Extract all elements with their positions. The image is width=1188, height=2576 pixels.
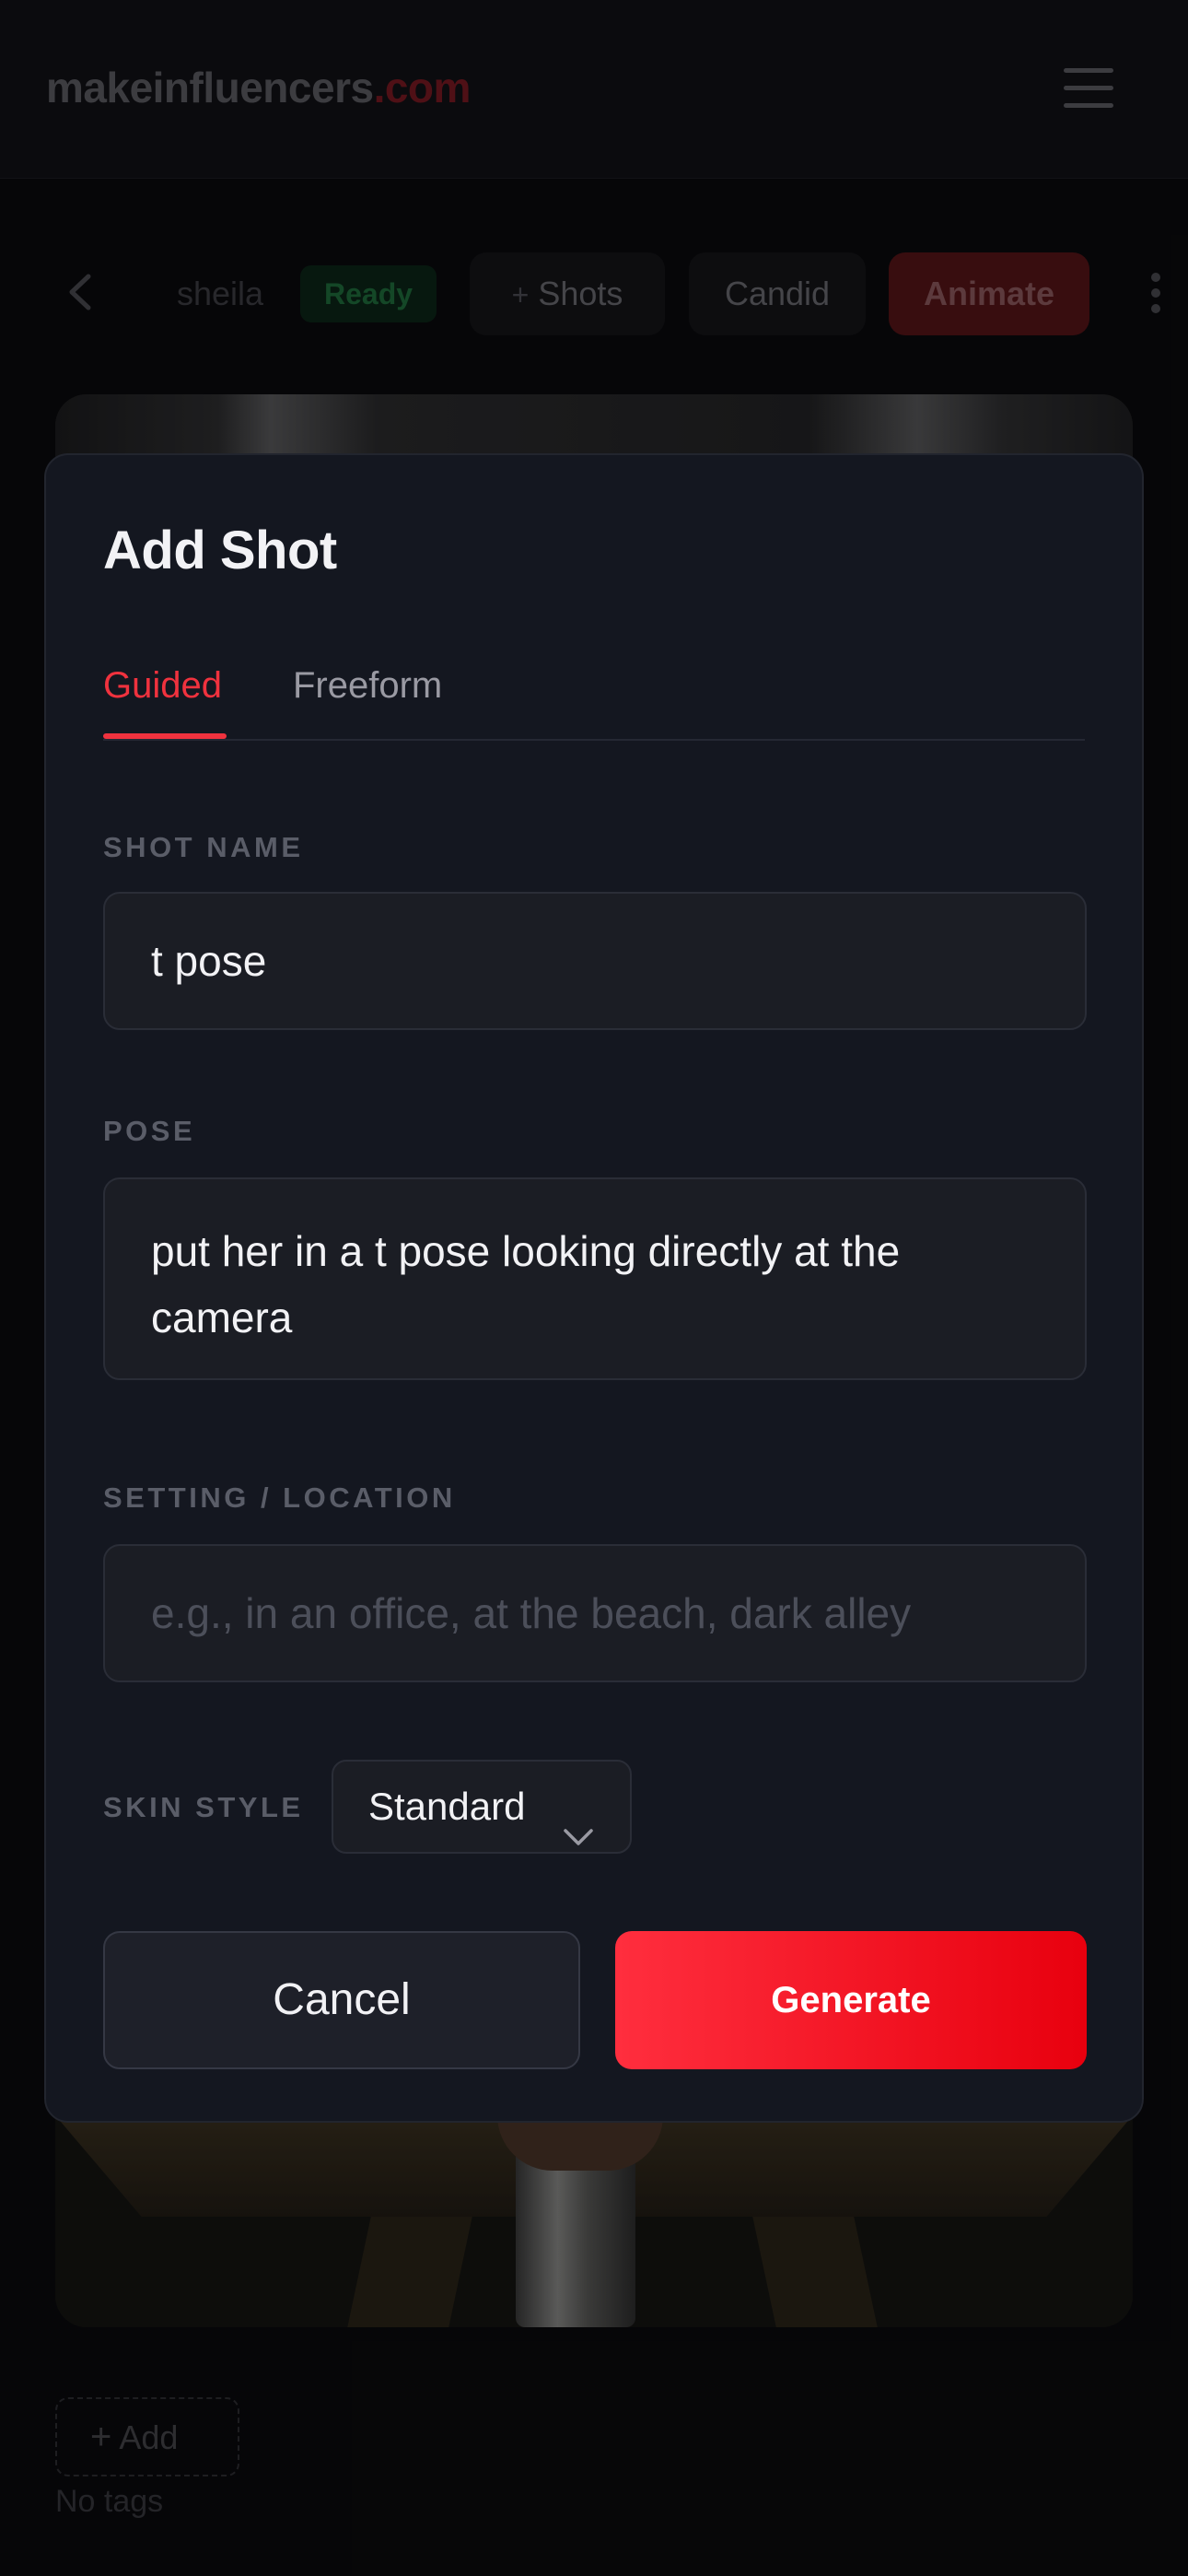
- mode-tabs: Guided Freeform: [103, 652, 1085, 741]
- tab-guided[interactable]: Guided: [103, 665, 222, 707]
- generate-button[interactable]: Generate: [615, 1931, 1087, 2069]
- skin-style-select[interactable]: Standard: [332, 1760, 632, 1854]
- skin-style-label: SKIN STYLE: [103, 1791, 304, 1823]
- tab-freeform[interactable]: Freeform: [293, 665, 442, 707]
- modal-title: Add Shot: [103, 521, 337, 580]
- cancel-button[interactable]: Cancel: [103, 1931, 580, 2069]
- chevron-down-icon: [560, 1793, 597, 1845]
- shot-name-label: SHOT NAME: [103, 831, 304, 863]
- add-shot-modal: Add Shot Guided Freeform SHOT NAME t pos…: [44, 453, 1144, 2123]
- pose-label: POSE: [103, 1115, 196, 1147]
- pose-textarea[interactable]: put her in a t pose looking directly at …: [103, 1177, 1087, 1380]
- shot-name-input[interactable]: t pose: [103, 892, 1087, 1030]
- skin-style-value: Standard: [368, 1785, 526, 1828]
- setting-location-input[interactable]: e.g., in an office, at the beach, dark a…: [103, 1544, 1087, 1682]
- active-tab-indicator: [103, 733, 227, 739]
- setting-location-label: SETTING / LOCATION: [103, 1481, 456, 1514]
